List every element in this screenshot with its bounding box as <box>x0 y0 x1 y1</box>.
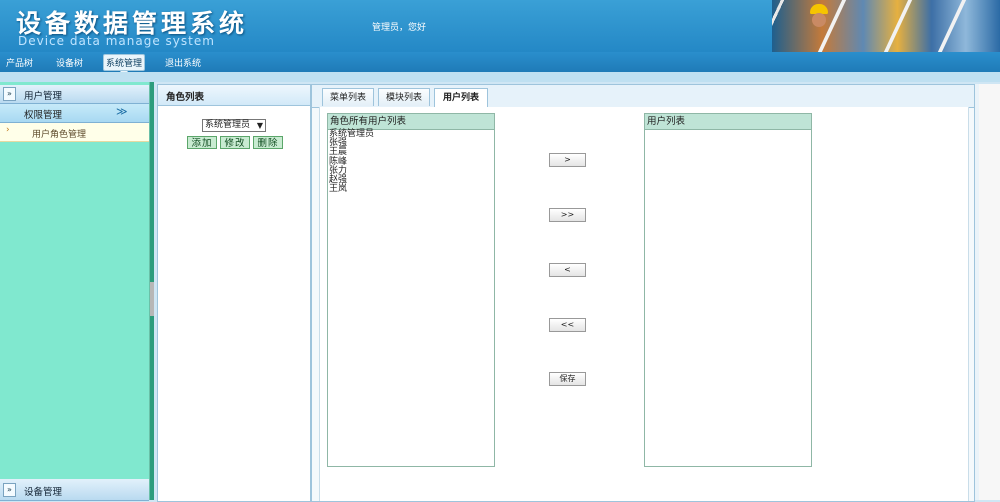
role-panel-title: 角色列表 <box>166 92 205 103</box>
worker-face-graphic <box>812 13 826 27</box>
sidebar-item-label: 设备管理 <box>24 487 63 498</box>
role-list-panel: 角色列表 系统管理员 ▼ 添加 修改 删除 <box>157 84 311 502</box>
sidebar-splitter[interactable] <box>150 82 154 500</box>
move-left-button[interactable]: < <box>549 263 586 277</box>
bullet-icon: › <box>6 125 10 135</box>
role-select-value: 系统管理员 <box>205 120 251 130</box>
splitter-grip-handle[interactable] <box>150 282 154 316</box>
user-greeting: 管理员，您好 <box>372 23 427 33</box>
tab-content: 角色所有用户列表 系统管理员 张强 王晨 陈峰 张力 赵强 王岚 > >> < … <box>319 107 969 501</box>
sidebar-item-label: 权限管理 <box>24 110 63 121</box>
sidebar-item-permission-mgmt[interactable]: 权限管理 ≫ <box>0 104 149 123</box>
sidebar-item-label: 用户角色管理 <box>32 130 87 140</box>
tab-user-list[interactable]: 用户列表 <box>434 88 488 108</box>
nav-item-logout[interactable]: 退出系统 <box>165 56 201 69</box>
expand-chevron-icon: » <box>3 483 16 497</box>
nav-subbar <box>0 72 1000 82</box>
nav-item-device-tree[interactable]: 设备树 <box>56 56 83 69</box>
nav-item-system-mgmt[interactable]: 系统管理 <box>103 54 146 76</box>
list-item[interactable]: 王岚 <box>328 185 494 194</box>
list-item[interactable]: 赵强 <box>328 175 494 185</box>
list-item[interactable]: 陈峰 <box>328 157 494 167</box>
tab-module-list[interactable]: 模块列表 <box>378 88 430 106</box>
nav-item-product-tree[interactable]: 产品树 <box>6 56 33 69</box>
role-panel-header: 角色列表 <box>158 85 310 106</box>
vertical-scrollbar[interactable] <box>979 84 1000 500</box>
right-scroll-area <box>974 84 1000 500</box>
app-header: 设备数据管理系统 Device data manage system 管理员，您… <box>0 0 1000 52</box>
role-select[interactable]: 系统管理员 ▼ <box>202 119 266 132</box>
save-button[interactable]: 保存 <box>549 372 586 386</box>
sidebar-item-user-role-mgmt[interactable]: › 用户角色管理 <box>0 123 149 142</box>
list-item[interactable]: 张强 <box>328 138 494 148</box>
list-item[interactable]: 张力 <box>328 166 494 176</box>
dropdown-arrow-icon: ▼ <box>256 121 263 130</box>
role-users-list-header: 角色所有用户列表 <box>328 114 494 130</box>
top-nav: 产品树 设备树 系统管理 退出系统 <box>0 52 1000 76</box>
sidebar-item-label: 用户管理 <box>24 91 63 102</box>
role-users-listbox[interactable]: 角色所有用户列表 系统管理员 张强 王晨 陈峰 张力 赵强 王岚 <box>327 113 495 467</box>
tab-bar: 菜单列表 模块列表 用户列表 <box>312 85 974 108</box>
header-banner-image <box>772 0 1000 52</box>
sidebar <box>0 82 150 500</box>
add-role-button[interactable]: 添加 <box>187 136 217 149</box>
double-chevron-right-icon: ≫ <box>116 105 128 118</box>
all-users-listbox[interactable]: 用户列表 <box>644 113 812 467</box>
expand-chevron-icon: » <box>3 87 16 101</box>
move-all-left-button[interactable]: << <box>549 318 586 332</box>
sidebar-item-user-mgmt[interactable]: » 用户管理 <box>0 85 149 104</box>
app-subtitle: Device data manage system <box>18 34 215 48</box>
delete-role-button[interactable]: 删除 <box>253 136 283 149</box>
edit-role-button[interactable]: 修改 <box>220 136 250 149</box>
list-item[interactable]: 系统管理员 <box>328 129 494 139</box>
move-all-right-button[interactable]: >> <box>549 208 586 222</box>
sidebar-item-device-mgmt[interactable]: » 设备管理 <box>0 479 149 501</box>
tab-menu-list[interactable]: 菜单列表 <box>322 88 374 106</box>
all-users-list-header: 用户列表 <box>645 114 811 130</box>
move-right-button[interactable]: > <box>549 153 586 167</box>
main-panel: 菜单列表 模块列表 用户列表 角色所有用户列表 系统管理员 张强 王晨 陈峰 张… <box>311 84 975 502</box>
list-item[interactable]: 王晨 <box>328 148 494 157</box>
